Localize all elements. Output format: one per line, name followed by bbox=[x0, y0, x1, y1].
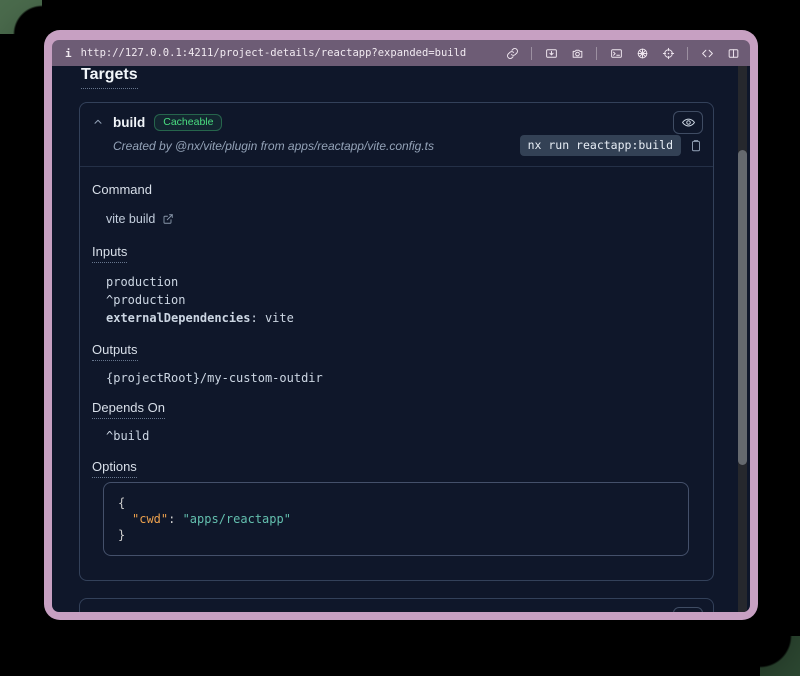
target-header: build Cacheable Created by @nx/vite/plug… bbox=[80, 103, 713, 167]
code-icon[interactable] bbox=[700, 46, 714, 60]
view-target-button[interactable] bbox=[673, 111, 703, 134]
globe-icon[interactable] bbox=[635, 46, 649, 60]
depends-on-section-heading: Depends On bbox=[92, 399, 701, 419]
target-subtitle: vite serve bbox=[156, 611, 207, 612]
output-item: {projectRoot}/my-custom-outdir bbox=[106, 369, 701, 387]
target-name: build bbox=[113, 115, 145, 130]
terminal-icon[interactable] bbox=[609, 46, 623, 60]
target-name: serve bbox=[113, 611, 148, 613]
target-card-serve[interactable]: serve vite serve bbox=[79, 598, 714, 612]
link-icon[interactable] bbox=[505, 46, 519, 60]
options-json-block: { "cwd": "apps/reactapp" } bbox=[103, 482, 689, 556]
info-icon[interactable]: i bbox=[65, 47, 72, 60]
target-title-row[interactable]: build Cacheable bbox=[80, 103, 713, 133]
screenshot-icon[interactable] bbox=[544, 46, 558, 60]
command-value: vite build bbox=[106, 212, 701, 226]
scrollbar-thumb[interactable] bbox=[738, 150, 747, 465]
target-meta-row: Created by @nx/vite/plugin from apps/rea… bbox=[80, 133, 713, 166]
target-icon[interactable] bbox=[661, 46, 675, 60]
json-line: { bbox=[118, 495, 674, 511]
created-by-text: Created by @nx/vite/plugin from apps/rea… bbox=[113, 139, 512, 153]
outputs-section-heading: Outputs bbox=[92, 341, 701, 361]
target-details: Command vite build Inputs production ^pr… bbox=[80, 181, 713, 580]
cacheable-badge: Cacheable bbox=[154, 114, 222, 131]
toolbar-divider bbox=[596, 47, 597, 60]
json-line: "cwd": "apps/reactapp" bbox=[118, 511, 674, 527]
target-card-build: build Cacheable Created by @nx/vite/plug… bbox=[79, 102, 714, 581]
copy-command-button[interactable] bbox=[689, 138, 703, 153]
view-target-button[interactable] bbox=[673, 607, 703, 613]
depends-on-item: ^build bbox=[106, 427, 701, 445]
json-line: } bbox=[118, 527, 674, 543]
inputs-section-heading: Inputs bbox=[92, 243, 701, 263]
desktop-corner-artifact-bottom-right bbox=[760, 636, 800, 676]
url-bar[interactable]: http://127.0.0.1:4211/project-details/re… bbox=[81, 47, 467, 59]
outputs-list: {projectRoot}/my-custom-outdir bbox=[106, 369, 701, 387]
browser-pane: i http://127.0.0.1:4211/project-details/… bbox=[44, 30, 758, 620]
browser-toolbar: i http://127.0.0.1:4211/project-details/… bbox=[52, 40, 750, 66]
camera-icon[interactable] bbox=[570, 46, 584, 60]
desktop-corner-artifact-top-left bbox=[0, 0, 42, 34]
chevron-up-icon[interactable] bbox=[92, 116, 104, 128]
inputs-list: production ^production externalDependenc… bbox=[106, 273, 701, 327]
eye-icon bbox=[681, 611, 696, 613]
page-title: Targets bbox=[81, 66, 138, 89]
run-command-chip: nx run reactapp:build bbox=[520, 135, 681, 156]
options-section-heading: Options bbox=[92, 458, 701, 478]
toolbar-divider bbox=[531, 47, 532, 60]
input-item: ^production bbox=[106, 291, 701, 309]
toolbar-divider bbox=[687, 47, 688, 60]
input-item: production bbox=[106, 273, 701, 291]
project-details-page: Targets build Cacheable bbox=[52, 66, 750, 612]
split-view-icon[interactable] bbox=[726, 46, 740, 60]
eye-icon bbox=[681, 115, 696, 130]
external-link-icon[interactable] bbox=[162, 213, 174, 225]
clipboard-icon bbox=[689, 138, 703, 153]
command-section-heading: Command bbox=[92, 181, 701, 199]
input-item: externalDependencies: vite bbox=[106, 309, 701, 327]
depends-on-list: ^build bbox=[106, 427, 701, 445]
